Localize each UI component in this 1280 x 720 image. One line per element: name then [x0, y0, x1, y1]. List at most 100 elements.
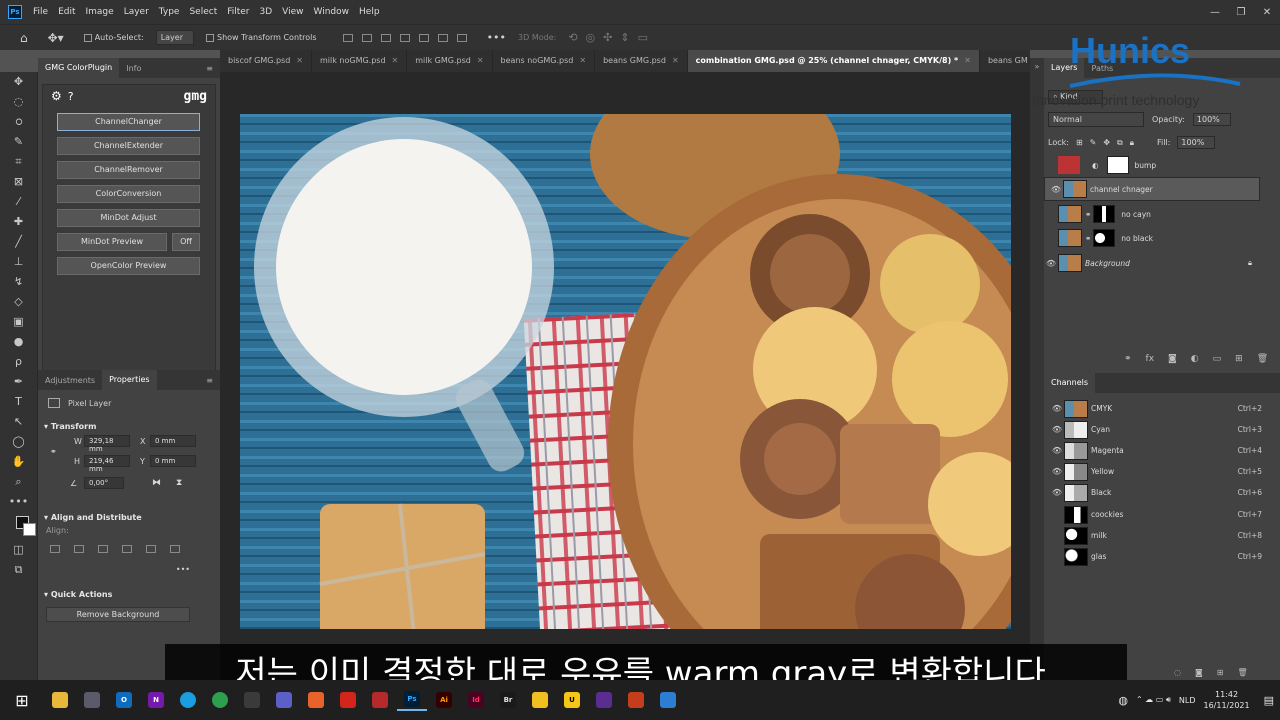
taskbar-app-red[interactable] [365, 689, 395, 711]
lasso-tool-icon[interactable]: ഠ [7, 112, 31, 132]
channel-row[interactable]: milk Ctrl+8 [1050, 525, 1262, 546]
y-field[interactable]: 0 mm [150, 455, 196, 467]
channel-row[interactable]: 👁︎ Cyan Ctrl+3 [1050, 419, 1262, 440]
menu-3d[interactable]: 3D [255, 7, 278, 17]
link-icon[interactable]: ⚭ [50, 447, 57, 456]
taskbar-app-u[interactable]: U [557, 689, 587, 711]
angle-field[interactable]: 0,00° [84, 477, 124, 489]
fx-icon[interactable]: fx [1146, 354, 1155, 364]
lock-artboard-icon[interactable]: ⧉ [1117, 138, 1123, 148]
channel-row[interactable]: 👁︎ Black Ctrl+6 [1050, 482, 1262, 503]
clock[interactable]: 11:42 16/11/2021 [1203, 689, 1249, 711]
menu-edit[interactable]: Edit [53, 7, 80, 17]
auto-select-checkbox[interactable] [83, 33, 92, 42]
opacity-field[interactable]: 100% [1192, 113, 1231, 126]
align-bottom-icon[interactable] [437, 33, 448, 42]
quick-mask-icon[interactable]: ◫ [7, 540, 31, 560]
menu-select[interactable]: Select [184, 7, 222, 17]
document-image[interactable] [240, 114, 1011, 629]
language-indicator[interactable]: NLD [1179, 696, 1196, 705]
eye-icon[interactable]: 👁︎ [1050, 425, 1064, 434]
align-top-icon[interactable] [399, 33, 410, 42]
height-field[interactable]: 219,46 mm [84, 455, 130, 473]
marquee-tool-icon[interactable]: ◌ [7, 92, 31, 112]
close-button[interactable]: ✕ [1254, 7, 1280, 18]
menu-image[interactable]: Image [81, 7, 119, 17]
layer-row-selected[interactable]: 👁︎ channel chnager [1044, 177, 1260, 201]
channel-row[interactable]: glas Ctrl+9 [1050, 546, 1262, 567]
menu-view[interactable]: View [277, 7, 308, 17]
x-field[interactable]: 0 mm [150, 435, 196, 447]
3d-roll-icon[interactable]: ◎ [586, 31, 596, 44]
gear-icon[interactable]: ⚙ [51, 89, 62, 103]
close-icon[interactable]: ✕ [672, 56, 679, 65]
crop-tool-icon[interactable]: ⌗ [7, 152, 31, 172]
taskbar-illustrator[interactable]: Ai [429, 689, 459, 711]
brush-tool-icon[interactable]: ╱ [7, 232, 31, 252]
dodge-tool-icon[interactable]: ρ [7, 352, 31, 372]
taskbar-acrobat[interactable] [333, 689, 363, 711]
trash-icon[interactable]: 🗑︎ [1257, 354, 1268, 364]
quick-actions-section-title[interactable]: ▾ Quick Actions [38, 584, 220, 601]
3d-slide-icon[interactable]: ⇕ [620, 31, 629, 44]
align-left-edges-icon[interactable] [50, 545, 60, 553]
history-brush-tool-icon[interactable]: ↯ [7, 272, 31, 292]
gradient-tool-icon[interactable]: ▣ [7, 312, 31, 332]
align-more-button[interactable]: ••• [38, 561, 220, 574]
doc-tab[interactable]: milk noGMG.psd ✕ [312, 50, 408, 72]
trash-icon[interactable]: 🗑︎ [1237, 668, 1247, 677]
doc-tab-active[interactable]: combination GMG.psd @ 25% (channel chnag… [687, 50, 980, 72]
taskbar-app-mail[interactable] [237, 689, 267, 711]
layer-row[interactable]: 👁︎ Background 🔒︎ [1044, 251, 1260, 275]
minimize-button[interactable]: — [1202, 7, 1228, 18]
flip-vertical-icon[interactable]: ⧗ [176, 478, 182, 488]
eyedropper-tool-icon[interactable]: ⁄ [7, 192, 31, 212]
restore-button[interactable]: ❐ [1228, 7, 1254, 18]
channel-row[interactable]: 👁︎ CMYK Ctrl+2 [1050, 398, 1262, 419]
more-tools-icon[interactable]: ••• [7, 492, 31, 512]
lock-transparent-icon[interactable]: ⊞ [1076, 138, 1083, 147]
mindot-off-toggle[interactable]: Off [172, 233, 200, 251]
align-horizontal-centers-icon[interactable] [74, 545, 84, 553]
taskbar-teams[interactable] [269, 689, 299, 711]
eye-icon[interactable]: 👁︎ [1044, 259, 1058, 268]
transform-controls-toggle[interactable]: Show Transform Controls [206, 33, 317, 42]
taskbar-app-purple[interactable] [589, 689, 619, 711]
start-button[interactable]: ⊞ [1, 689, 43, 711]
path-select-tool-icon[interactable]: ↖ [7, 412, 31, 432]
notifications-icon[interactable]: ▤ [1264, 694, 1274, 707]
doc-tab[interactable]: biscof GMG.psd ✕ [220, 50, 312, 72]
stamp-tool-icon[interactable]: ⊥ [7, 252, 31, 272]
color-conversion-button[interactable]: ColorConversion [57, 185, 200, 203]
align-vertical-centers-icon[interactable] [146, 545, 156, 553]
quick-select-tool-icon[interactable]: ✎ [7, 132, 31, 152]
layer-mask-thumbnail[interactable] [1093, 229, 1116, 247]
lock-position-icon[interactable]: ✥ [1103, 138, 1110, 147]
new-layer-icon[interactable]: ⊞ [1235, 354, 1243, 364]
layer-thumbnail[interactable] [1058, 205, 1082, 223]
width-field[interactable]: 329,18 mm [84, 435, 130, 453]
type-tool-icon[interactable]: T [7, 392, 31, 412]
fill-field[interactable]: 100% [1177, 136, 1216, 149]
3d-orbit-icon[interactable]: ⟲ [568, 31, 577, 44]
move-tool-icon[interactable]: ✥▾ [48, 31, 64, 45]
pen-tool-icon[interactable]: ✒ [7, 372, 31, 392]
channel-remover-button[interactable]: ChannelRemover [57, 161, 200, 179]
add-mask-icon[interactable]: ◙ [1168, 354, 1177, 364]
layer-row[interactable]: ◐ bump [1044, 153, 1260, 177]
doc-tab[interactable]: beans noGMG.psd ✕ [493, 50, 596, 72]
taskbar-app-yellow[interactable] [525, 689, 555, 711]
move-tool-icon[interactable]: ✥ [7, 72, 31, 92]
layer-thumbnail[interactable] [1063, 180, 1087, 198]
3d-drag-icon[interactable]: ✣ [603, 31, 612, 44]
align-middle-icon[interactable] [418, 33, 429, 42]
close-icon[interactable]: ✕ [392, 56, 399, 65]
tab-channels[interactable]: Channels [1044, 373, 1096, 393]
shape-tool-icon[interactable]: ◯ [7, 432, 31, 452]
doc-tab[interactable]: beans GM [980, 50, 1030, 72]
taskbar-onenote[interactable]: N [141, 689, 171, 711]
menu-type[interactable]: Type [154, 7, 185, 17]
taskbar-explorer[interactable] [45, 689, 75, 711]
tab-info[interactable]: Info [119, 64, 148, 73]
layer-thumbnail[interactable] [1058, 229, 1082, 247]
